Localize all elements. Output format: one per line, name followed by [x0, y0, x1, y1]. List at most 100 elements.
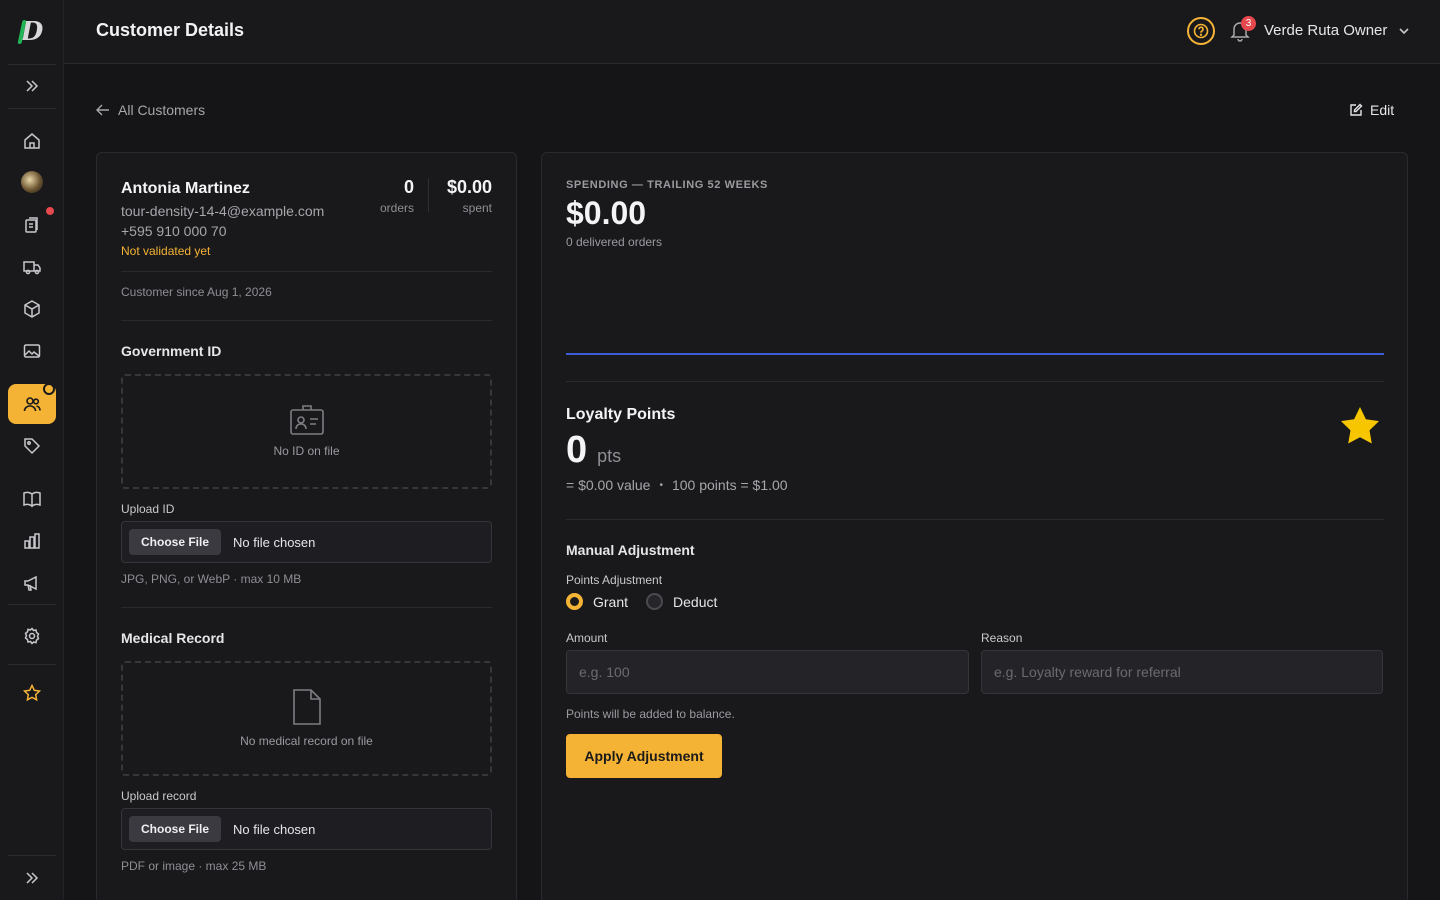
loyalty-points: 0 pts	[566, 429, 621, 472]
spent-label: spent	[462, 201, 492, 215]
manual-adjustment-title: Manual Adjustment	[566, 542, 695, 558]
government-id-empty-text: No ID on file	[273, 444, 340, 458]
help-button[interactable]	[1187, 17, 1215, 45]
government-id-title: Government ID	[121, 343, 222, 359]
grant-radio[interactable]: Grant	[566, 593, 628, 610]
star-icon	[23, 684, 41, 702]
app-logo[interactable]: D	[0, 0, 64, 64]
spent-stat: $0.00 spent	[447, 177, 492, 215]
sidebar-item-loyalty[interactable]	[8, 673, 56, 713]
file-status: No file chosen	[233, 821, 316, 837]
chevrons-right-icon	[26, 872, 39, 884]
spending-sparkline	[566, 353, 1384, 355]
spent-amount: $0.00	[446, 177, 492, 197]
sidebar-divider	[8, 64, 56, 65]
spending-subtitle: 0 delivered orders	[566, 235, 663, 249]
id-card-icon	[289, 405, 324, 435]
arrow-left-icon	[96, 104, 109, 116]
sidebar-item-delivery[interactable]	[8, 247, 56, 287]
divider	[566, 381, 1384, 382]
user-menu[interactable]: Verde Ruta Owner	[1264, 22, 1411, 39]
edit-icon	[1350, 103, 1363, 116]
sidebar-divider	[8, 604, 56, 605]
orders-label: orders	[379, 201, 414, 215]
validation-status: Not validated yet	[121, 244, 211, 258]
box-icon	[24, 300, 40, 318]
chart-icon	[24, 533, 40, 549]
apply-adjustment-button[interactable]: Apply Adjustment	[566, 734, 722, 778]
loyalty-meta: = $0.00 value • 100 points = $1.00	[566, 477, 788, 493]
points-adjustment-label: Points Adjustment	[566, 573, 663, 587]
chevron-down-icon	[1399, 27, 1409, 34]
back-label: All Customers	[118, 102, 206, 118]
tag-icon	[24, 438, 41, 455]
spending-label: SPENDING — TRAILING 52 WEEKS	[566, 179, 768, 191]
sidebar-item-marketing[interactable]	[8, 563, 56, 603]
deduct-label: Deduct	[673, 593, 718, 610]
grant-radio-dot[interactable]	[566, 593, 583, 610]
collapse-sidebar-button[interactable]	[8, 858, 56, 898]
book-icon	[23, 491, 41, 508]
upload-record-hint: PDF or image · max 25 MB	[121, 859, 267, 873]
divider	[566, 519, 1384, 520]
meta-bullet: •	[659, 479, 663, 491]
government-id-preview: No ID on file	[121, 374, 492, 489]
sidebar-item-catalog[interactable]	[8, 479, 56, 519]
divider	[121, 320, 492, 321]
amount-label: Amount	[566, 631, 608, 645]
upload-record-input[interactable]: Choose File No file chosen	[121, 808, 492, 850]
sidebar-item-settings[interactable]	[8, 616, 56, 656]
spending-value: $0.00	[566, 195, 647, 231]
sidebar-divider	[8, 855, 56, 856]
customer-email: tour-density-14-4@example.com	[121, 203, 325, 219]
customer-name: Antonia Martinez	[121, 180, 250, 197]
points-value: = $0.00 value	[566, 477, 651, 493]
file-status: No file chosen	[233, 534, 316, 550]
customers-alert-dot	[43, 383, 55, 395]
medical-record-empty-text: No medical record on file	[240, 734, 373, 748]
spending-chart	[566, 261, 1384, 361]
loyalty-star-icon	[1338, 405, 1382, 447]
back-to-customers-link[interactable]: All Customers	[96, 102, 205, 118]
sidebar-divider	[8, 664, 56, 665]
expand-sidebar-button[interactable]	[8, 66, 56, 106]
upload-id-label: Upload ID	[121, 502, 175, 516]
points-unit: pts	[597, 446, 622, 466]
notifications-button[interactable]: 3	[1230, 16, 1256, 42]
avatar-photo	[21, 171, 43, 193]
top-bar: Customer Details 3 Verde Ruta Owner	[64, 0, 1440, 64]
edit-label: Edit	[1370, 102, 1395, 118]
customer-info-card: Antonia Martinez tour-density-14-4@examp…	[96, 152, 517, 900]
deduct-radio[interactable]: Deduct	[646, 593, 717, 610]
sidebar-item-products[interactable]	[8, 289, 56, 329]
orders-count: 0	[403, 177, 414, 197]
clipboard-icon	[25, 217, 38, 233]
sidebar-item-home[interactable]	[8, 121, 56, 161]
deduct-radio-dot[interactable]	[646, 593, 664, 610]
choose-file-button[interactable]: Choose File	[129, 816, 222, 842]
sidebar-divider	[8, 108, 56, 109]
choose-file-button[interactable]: Choose File	[129, 529, 222, 555]
notification-badge: 3	[1241, 16, 1256, 31]
divider	[121, 607, 492, 608]
upload-id-hint: JPG, PNG, or WebP · max 10 MB	[121, 572, 302, 586]
orders-stat: 0 orders	[380, 177, 414, 215]
medical-record-preview: No medical record on file	[121, 661, 492, 776]
reason-input[interactable]	[981, 650, 1383, 694]
edit-button[interactable]: Edit	[1349, 102, 1394, 118]
adjustment-type-radio-group: Grant Deduct	[566, 593, 717, 610]
question-icon	[1193, 23, 1209, 39]
page-title: Customer Details	[96, 20, 245, 40]
customer-since: Customer since Aug 1, 2026	[121, 285, 272, 299]
sidebar-item-media[interactable]	[8, 331, 56, 371]
home-icon	[24, 133, 40, 149]
sidebar-item-discounts[interactable]	[8, 426, 56, 466]
sidebar-item-profile[interactable]	[8, 162, 56, 202]
medical-record-title: Medical Record	[121, 630, 225, 646]
image-icon	[23, 344, 41, 358]
document-icon	[292, 689, 321, 725]
amount-input[interactable]	[566, 650, 969, 694]
customer-phone: +595 910 000 70	[121, 223, 227, 239]
sidebar-item-analytics[interactable]	[8, 521, 56, 561]
upload-id-input[interactable]: Choose File No file chosen	[121, 521, 492, 563]
